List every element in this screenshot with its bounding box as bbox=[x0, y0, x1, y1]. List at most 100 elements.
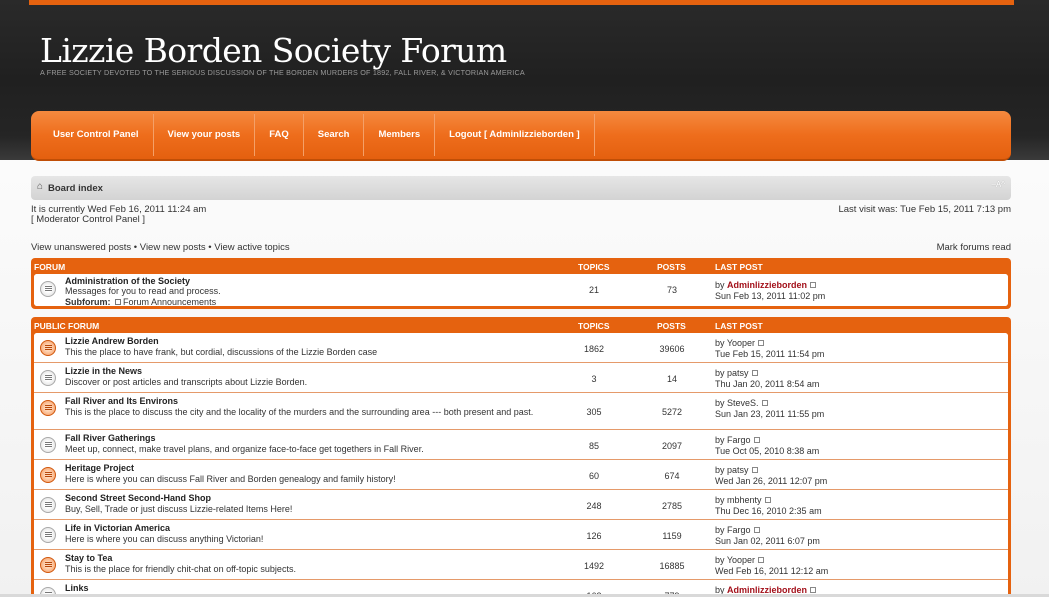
nav-logout[interactable]: Logout [ Adminlizzieborden ] bbox=[435, 114, 595, 156]
last-post-user[interactable]: patsy bbox=[727, 368, 749, 378]
nav-members[interactable]: Members bbox=[364, 114, 436, 156]
view-active-topics-link[interactable]: View active topics bbox=[214, 242, 289, 253]
category-header: FORUM TOPICS POSTS LAST POST bbox=[34, 258, 1008, 274]
last-post-date: Tue Feb 15, 2011 11:54 pm bbox=[715, 349, 825, 359]
forum-title[interactable]: Second Street Second-Hand Shop bbox=[65, 493, 211, 503]
topics-count: 126 bbox=[586, 531, 602, 541]
forum-row: Heritage Project Here is where you can d… bbox=[34, 460, 1008, 490]
view-latest-post-icon[interactable] bbox=[761, 400, 768, 406]
view-latest-post-icon[interactable] bbox=[758, 340, 765, 346]
forum-title[interactable]: Lizzie Andrew Borden bbox=[65, 336, 159, 346]
nav-faq[interactable]: FAQ bbox=[255, 114, 304, 156]
posts-count: 2785 bbox=[661, 501, 683, 511]
category-header: PUBLIC FORUM TOPICS POSTS LAST POST bbox=[34, 317, 1008, 333]
nav-view-your-posts[interactable]: View your posts bbox=[154, 114, 256, 156]
forum-description: Here is where you can discuss Fall River… bbox=[65, 474, 396, 484]
forum-row: Fall River Gatherings Meet up, connect, … bbox=[34, 430, 1008, 460]
forum-title[interactable]: Fall River Gatherings bbox=[65, 433, 156, 443]
forum-row: Stay to Tea This is the place for friend… bbox=[34, 550, 1008, 580]
category-title[interactable]: PUBLIC FORUM bbox=[34, 321, 99, 331]
column-topics: TOPICS bbox=[578, 321, 610, 331]
forum-description: This is the place for friendly chit-chat… bbox=[65, 564, 296, 574]
column-posts: POSTS bbox=[657, 321, 686, 331]
view-latest-post-icon[interactable] bbox=[810, 587, 817, 593]
forum-title[interactable]: Life in Victorian America bbox=[65, 523, 170, 533]
forum-read-icon bbox=[40, 370, 56, 386]
posts-count: 674 bbox=[664, 471, 680, 481]
view-latest-post-icon[interactable] bbox=[753, 437, 760, 443]
topics-count: 1492 bbox=[583, 561, 605, 571]
forum-title[interactable]: Heritage Project bbox=[65, 463, 134, 473]
forum-title[interactable]: Lizzie in the News bbox=[65, 366, 142, 376]
quick-links: View unanswered posts • View new posts •… bbox=[31, 242, 290, 253]
last-post-date: Sun Jan 23, 2011 11:55 pm bbox=[715, 409, 825, 419]
forum-category-block: FORUM TOPICS POSTS LAST POST Administrat… bbox=[31, 258, 1011, 309]
last-post-author: by Yooper bbox=[715, 338, 765, 348]
last-post-user[interactable]: mbhenty bbox=[727, 495, 762, 505]
last-post-author: by Adminlizzieborden bbox=[715, 280, 817, 290]
topics-count: 3 bbox=[591, 374, 597, 384]
last-post-user[interactable]: Fargo bbox=[727, 435, 751, 445]
last-post-author: by Fargo bbox=[715, 525, 760, 535]
last-post-user[interactable]: SteveS. bbox=[727, 398, 759, 408]
forum-category-block: PUBLIC FORUM TOPICS POSTS LAST POST Lizz… bbox=[31, 317, 1011, 597]
forum-read-icon bbox=[40, 281, 56, 297]
column-topics: TOPICS bbox=[578, 262, 610, 272]
topics-count: 305 bbox=[586, 407, 602, 417]
last-post-user[interactable]: Fargo bbox=[727, 525, 751, 535]
posts-count: 16885 bbox=[659, 561, 685, 571]
subforum-label: Subforum: bbox=[65, 297, 111, 306]
forum-unread-icon bbox=[40, 340, 56, 356]
posts-count: 1159 bbox=[662, 531, 682, 541]
last-post-user[interactable]: Adminlizzieborden bbox=[727, 280, 807, 290]
last-visit: Last visit was: Tue Feb 15, 2011 7:13 pm bbox=[838, 204, 1011, 215]
forum-unread-icon bbox=[40, 400, 56, 416]
last-post-user[interactable]: Yooper bbox=[727, 555, 755, 565]
view-latest-post-icon[interactable] bbox=[751, 370, 758, 376]
forum-row: Fall River and Its Environs This is the … bbox=[34, 393, 1008, 430]
posts-count: 73 bbox=[666, 285, 677, 295]
topics-count: 85 bbox=[588, 441, 599, 451]
column-last-post: LAST POST bbox=[715, 321, 763, 331]
forum-title[interactable]: Stay to Tea bbox=[65, 553, 112, 563]
posts-count: 2097 bbox=[661, 441, 683, 451]
topics-count: 248 bbox=[586, 501, 602, 511]
forum-title[interactable]: Administration of the Society bbox=[65, 276, 190, 286]
font-size-control[interactable]: –A^ bbox=[991, 180, 1005, 189]
forum-title[interactable]: Fall River and Its Environs bbox=[65, 396, 178, 406]
site-title[interactable]: Lizzie Borden Society Forum bbox=[40, 31, 507, 70]
view-latest-post-icon[interactable] bbox=[753, 527, 760, 533]
last-post-date: Tue Oct 05, 2010 8:38 am bbox=[715, 446, 820, 456]
forum-list: Lizzie Andrew Borden This the place to h… bbox=[34, 333, 1008, 597]
forum-description: Here is where you can discuss anything V… bbox=[65, 534, 264, 544]
last-post-date: Wed Jan 26, 2011 12:07 pm bbox=[715, 476, 828, 486]
last-post-author: by Yooper bbox=[715, 555, 765, 565]
view-latest-post-icon[interactable] bbox=[751, 467, 758, 473]
forum-description: Buy, Sell, Trade or just discuss Lizzie-… bbox=[65, 504, 293, 514]
main-navbar: User Control Panel View your posts FAQ S… bbox=[31, 111, 1011, 161]
view-new-posts-link[interactable]: View new posts bbox=[140, 242, 206, 253]
moderator-control-panel-link[interactable]: [ Moderator Control Panel ] bbox=[31, 214, 145, 225]
view-latest-post-icon[interactable] bbox=[764, 497, 771, 503]
mark-forums-read-link[interactable]: Mark forums read bbox=[937, 242, 1011, 253]
last-post-user[interactable]: patsy bbox=[727, 465, 749, 475]
forum-read-icon bbox=[40, 527, 56, 543]
posts-count: 14 bbox=[666, 374, 677, 384]
nav-user-control-panel[interactable]: User Control Panel bbox=[39, 114, 154, 156]
forum-row: Lizzie Andrew Borden This the place to h… bbox=[34, 333, 1008, 363]
home-icon[interactable]: ⌂ bbox=[37, 182, 47, 192]
category-title[interactable]: FORUM bbox=[34, 262, 65, 272]
last-post-date: Thu Dec 16, 2010 2:35 am bbox=[715, 506, 822, 516]
breadcrumb: ⌂ Board index –A^ bbox=[31, 176, 1011, 200]
last-post-user[interactable]: Yooper bbox=[727, 338, 755, 348]
view-latest-post-icon[interactable] bbox=[758, 557, 765, 563]
view-latest-post-icon[interactable] bbox=[810, 282, 817, 288]
header-top-stripe bbox=[29, 0, 1014, 5]
breadcrumb-board-index[interactable]: Board index bbox=[48, 183, 103, 194]
forum-description: This the place to have frank, but cordia… bbox=[65, 347, 378, 357]
forum-title[interactable]: Links bbox=[65, 583, 89, 593]
column-posts: POSTS bbox=[657, 262, 686, 272]
subforum-link[interactable]: Forum Announcements bbox=[123, 297, 216, 306]
nav-search[interactable]: Search bbox=[304, 114, 365, 156]
view-unanswered-link[interactable]: View unanswered posts bbox=[31, 242, 131, 253]
